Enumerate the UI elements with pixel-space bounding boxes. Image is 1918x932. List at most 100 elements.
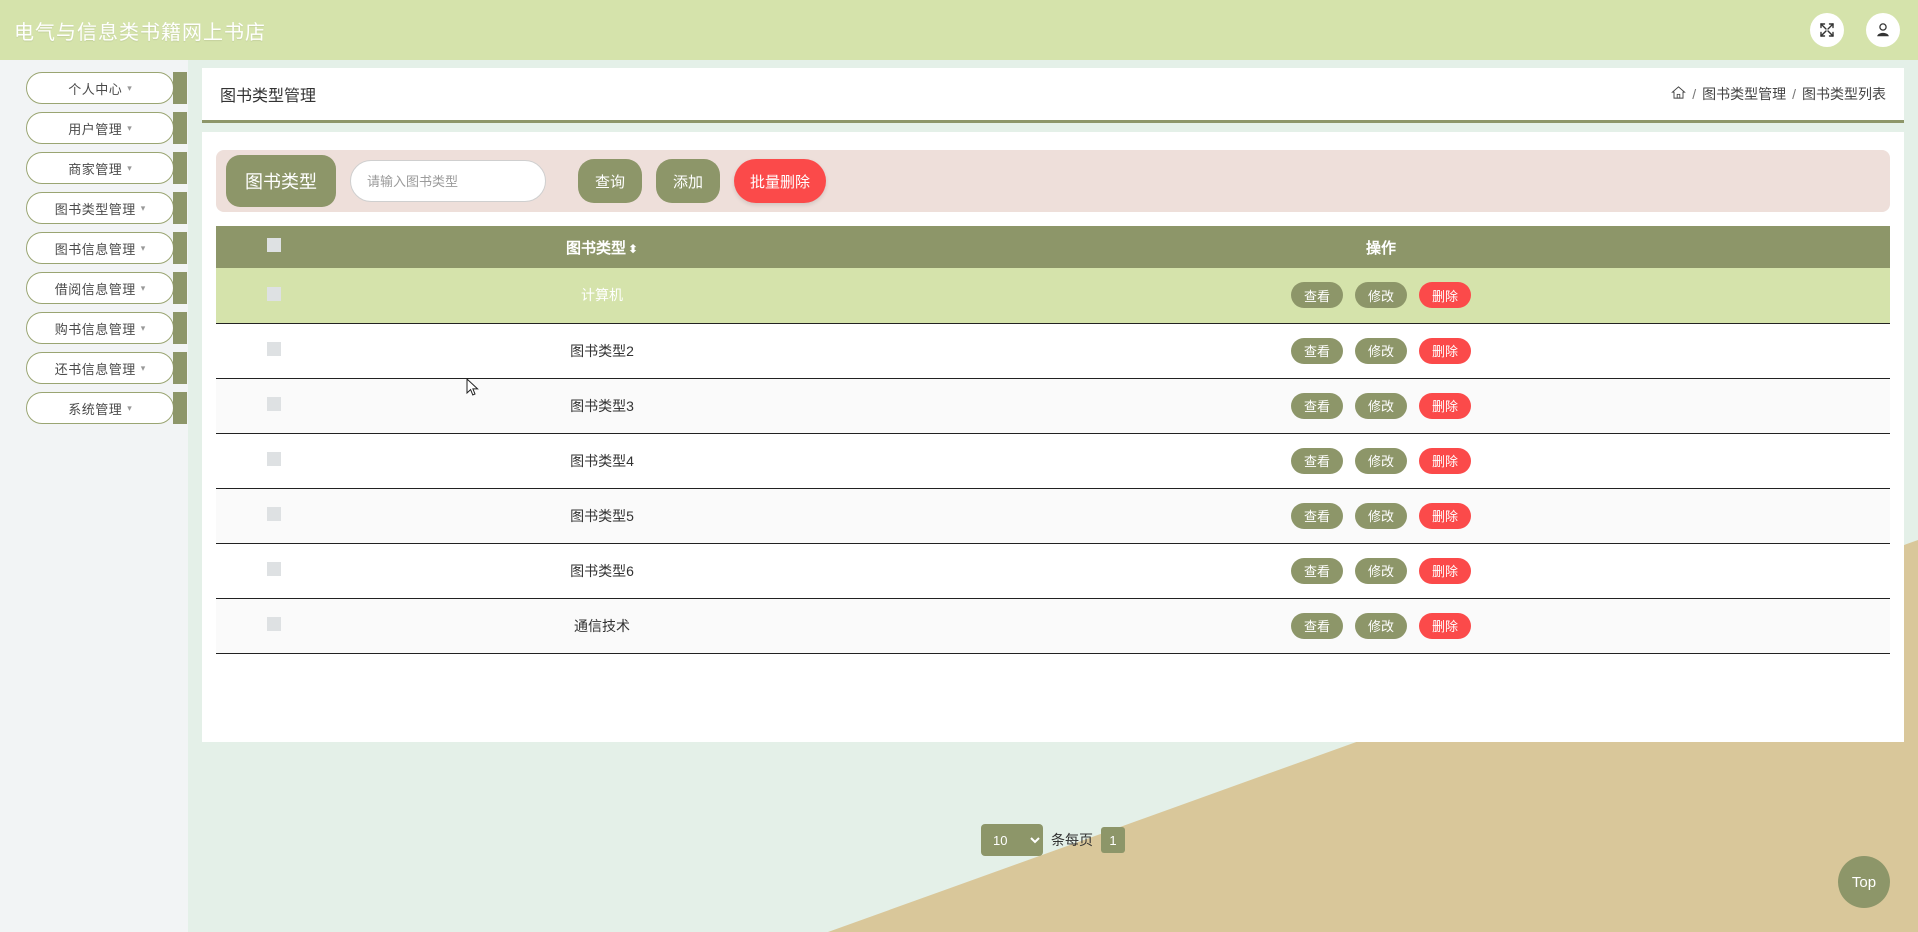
sidebar-item-personal-center[interactable]: 个人中心 ▾ — [26, 72, 187, 104]
breadcrumb-separator: / — [1792, 86, 1796, 102]
table-row[interactable]: 通信技术 查看 修改 删除 — [216, 598, 1890, 653]
edit-button[interactable]: 修改 — [1355, 557, 1407, 584]
sort-icon[interactable]: ⬍ — [628, 242, 638, 256]
main-content: 图书类型管理 / 图书类型管理 / 图书类型列表 图书类型 查询 — [188, 60, 1918, 932]
chevron-down-icon: ▾ — [127, 122, 132, 133]
sidebar-item-label: 商家管理 — [68, 161, 123, 177]
add-button[interactable]: 添加 — [656, 159, 720, 203]
table-row[interactable]: 图书类型5 查看 修改 删除 — [216, 488, 1890, 543]
chevron-down-icon: ▾ — [140, 362, 146, 373]
sidebar-item-book-type-management[interactable]: 图书类型管理 ▾ — [26, 192, 187, 224]
edit-button[interactable]: 修改 — [1355, 447, 1407, 474]
row-actions: 查看 修改 删除 — [872, 557, 1890, 584]
row-checkbox[interactable] — [267, 452, 281, 466]
delete-button[interactable]: 删除 — [1419, 392, 1471, 419]
sidebar-item-accent — [173, 152, 187, 184]
sidebar-item-accent — [173, 392, 187, 424]
row-actions: 查看 修改 删除 — [872, 392, 1890, 419]
app-root: 电气与信息类书籍网上书店 个人中心 ▾ 用户管理 ▾ 商家管理 ▾ 图书类型管理… — [0, 0, 1918, 932]
row-name: 图书类型5 — [570, 507, 634, 524]
view-button[interactable]: 查看 — [1291, 502, 1343, 529]
sidebar-item-borrow-info-management[interactable]: 借阅信息管理 ▾ — [26, 272, 187, 304]
row-actions: 查看 修改 删除 — [872, 337, 1890, 364]
batch-delete-button[interactable]: 批量删除 — [734, 159, 827, 203]
row-checkbox[interactable] — [267, 397, 281, 411]
breadcrumb-item-type-management[interactable]: 图书类型管理 — [1702, 84, 1786, 104]
chevron-down-icon: ▾ — [140, 282, 146, 293]
scroll-to-top-button[interactable]: Top — [1838, 856, 1890, 908]
chevron-down-icon: ▾ — [127, 402, 132, 413]
edit-button[interactable]: 修改 — [1355, 502, 1407, 529]
name-column-header[interactable]: 图书类型 ⬍ — [332, 226, 872, 268]
delete-button[interactable]: 删除 — [1419, 502, 1471, 529]
table-row[interactable]: 图书类型4 查看 修改 删除 — [216, 433, 1890, 488]
page-header: 图书类型管理 / 图书类型管理 / 图书类型列表 — [202, 68, 1904, 123]
row-checkbox[interactable] — [267, 562, 281, 576]
row-name: 图书类型6 — [570, 562, 634, 579]
view-button[interactable]: 查看 — [1291, 392, 1343, 419]
name-column-label: 图书类型 — [565, 239, 626, 257]
sidebar-item-return-info-management[interactable]: 还书信息管理 ▾ — [26, 352, 187, 384]
book-type-filter-tag[interactable]: 图书类型 — [226, 155, 336, 207]
top-header-bar: 电气与信息类书籍网上书店 — [0, 0, 1918, 60]
row-name: 通信技术 — [574, 617, 630, 634]
edit-button[interactable]: 修改 — [1355, 612, 1407, 639]
home-icon[interactable] — [1671, 85, 1687, 103]
edit-button[interactable]: 修改 — [1355, 337, 1407, 364]
sidebar-item-label: 购书信息管理 — [54, 321, 136, 337]
sidebar-item-label: 借阅信息管理 — [54, 281, 136, 297]
row-name: 图书类型3 — [570, 397, 634, 414]
page-size-select[interactable]: 10 20 50 100 — [981, 824, 1043, 856]
edit-button[interactable]: 修改 — [1355, 392, 1407, 419]
chevron-down-icon: ▾ — [140, 322, 146, 333]
table-row[interactable]: 图书类型2 查看 修改 删除 — [216, 323, 1890, 378]
delete-button[interactable]: 删除 — [1419, 447, 1471, 474]
row-actions: 查看 修改 删除 — [872, 612, 1890, 639]
sidebar-item-book-info-management[interactable]: 图书信息管理 ▾ — [26, 232, 187, 264]
view-button[interactable]: 查看 — [1291, 447, 1343, 474]
row-checkbox[interactable] — [267, 342, 281, 356]
delete-button[interactable]: 删除 — [1419, 337, 1471, 364]
page-number-button[interactable]: 1 — [1101, 827, 1125, 853]
breadcrumb: / 图书类型管理 / 图书类型列表 — [1671, 84, 1886, 104]
sidebar-item-accent — [173, 192, 187, 224]
sidebar-item-system-management[interactable]: 系统管理 ▾ — [26, 392, 187, 424]
edit-button[interactable]: 修改 — [1355, 282, 1407, 309]
chevron-down-icon: ▾ — [140, 242, 146, 253]
sidebar-item-label: 系统管理 — [68, 401, 123, 417]
row-name: 图书类型4 — [570, 452, 634, 469]
sidebar: 个人中心 ▾ 用户管理 ▾ 商家管理 ▾ 图书类型管理 ▾ 图书信息管理 ▾ 借… — [0, 60, 188, 932]
view-button[interactable]: 查看 — [1291, 337, 1343, 364]
sidebar-item-label: 用户管理 — [68, 121, 123, 137]
breadcrumb-item-type-list: 图书类型列表 — [1802, 86, 1886, 102]
row-name: 图书类型2 — [570, 342, 634, 359]
row-checkbox[interactable] — [267, 617, 281, 631]
sidebar-item-accent — [173, 272, 187, 304]
query-button[interactable]: 查询 — [578, 159, 642, 203]
view-button[interactable]: 查看 — [1291, 282, 1343, 309]
row-checkbox[interactable] — [267, 507, 281, 521]
search-input[interactable] — [350, 160, 546, 202]
expand-arrows-icon — [1818, 21, 1836, 39]
chevron-down-icon: ▾ — [140, 202, 146, 213]
view-button[interactable]: 查看 — [1291, 557, 1343, 584]
select-all-checkbox[interactable] — [267, 238, 281, 252]
sidebar-item-label: 图书类型管理 — [54, 201, 136, 217]
view-button[interactable]: 查看 — [1291, 612, 1343, 639]
delete-button[interactable]: 删除 — [1419, 612, 1471, 639]
table-header: 图书类型 ⬍ 操作 — [216, 226, 1890, 268]
table-row[interactable]: 计算机 查看 修改 删除 — [216, 268, 1890, 323]
delete-button[interactable]: 删除 — [1419, 557, 1471, 584]
sidebar-item-label: 图书信息管理 — [54, 241, 136, 257]
sidebar-item-merchant-management[interactable]: 商家管理 ▾ — [26, 152, 187, 184]
delete-button[interactable]: 删除 — [1419, 282, 1471, 309]
row-name: 计算机 — [581, 287, 623, 304]
sidebar-item-label: 个人中心 — [68, 81, 123, 97]
sidebar-item-purchase-info-management[interactable]: 购书信息管理 ▾ — [26, 312, 187, 344]
sidebar-item-user-management[interactable]: 用户管理 ▾ — [26, 112, 187, 144]
fullscreen-button[interactable] — [1810, 13, 1844, 47]
account-button[interactable] — [1866, 13, 1900, 47]
row-checkbox[interactable] — [267, 286, 281, 301]
table-row[interactable]: 图书类型6 查看 修改 删除 — [216, 543, 1890, 598]
table-body: 计算机 查看 修改 删除 图书类型2 查看 修改 删除 图书类型3 查看 修改 … — [216, 268, 1890, 653]
